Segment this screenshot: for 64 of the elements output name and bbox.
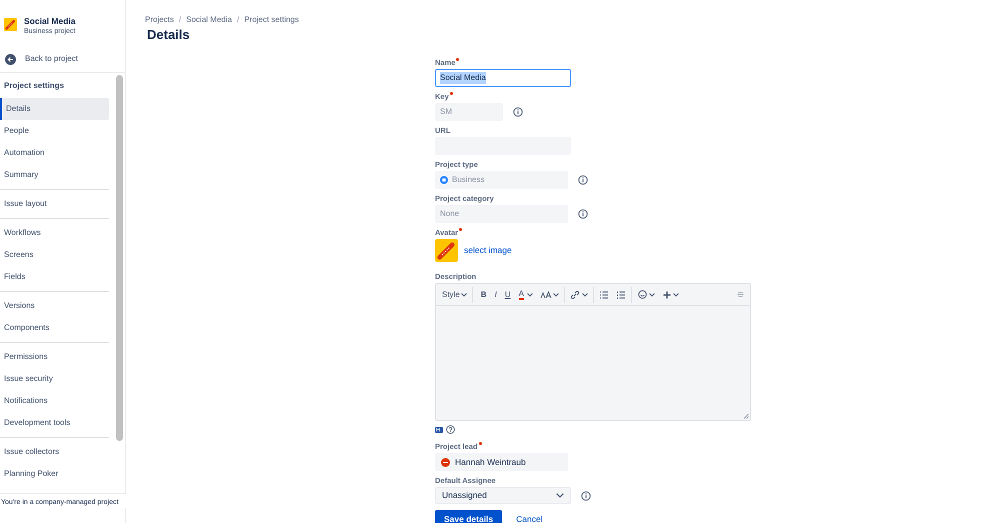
sidebar-item[interactable]: Versions [0, 295, 109, 317]
scrollbar[interactable] [116, 75, 123, 441]
sidebar-item[interactable]: Permissions [0, 346, 109, 368]
sidebar-item[interactable]: Development tools [0, 412, 109, 434]
sidebar-item[interactable]: Workflows [0, 222, 109, 244]
back-arrow-icon [5, 54, 16, 64]
sidebar-item[interactable]: Screens [0, 244, 109, 266]
breadcrumb-link[interactable]: Projects [145, 14, 174, 26]
caret-icon [582, 292, 588, 296]
info-icon[interactable] [581, 490, 591, 500]
cancel-button[interactable]: Cancel [516, 510, 543, 523]
style-dropdown[interactable]: Style [442, 286, 473, 302]
format-button[interactable]: I [494, 288, 497, 300]
sidebar-item[interactable]: Issue collectors [0, 441, 109, 463]
description-editor[interactable]: Style B I U A [435, 283, 751, 421]
sidebar-item[interactable]: Fields [0, 266, 109, 288]
caret-icon [672, 292, 679, 296]
required-mark-icon [459, 228, 462, 231]
select-image-link[interactable]: select image [464, 244, 512, 257]
link-icon[interactable] [570, 290, 580, 300]
caret-icon [460, 292, 467, 296]
help-icon[interactable] [446, 425, 455, 434]
project-name: Social Media [24, 16, 76, 26]
sidebar-item[interactable]: Components [0, 317, 109, 339]
section-title: Project settings [3, 80, 66, 92]
bullet-list-icon[interactable] [600, 290, 608, 298]
breadcrumb-link[interactable]: Project settings [244, 14, 299, 26]
sidebar-item[interactable]: Notifications [0, 390, 109, 412]
breadcrumb-separator: / [236, 14, 240, 26]
business-icon [440, 176, 448, 184]
breadcrumb-separator: / [178, 14, 182, 26]
rocket-avatar-icon [435, 239, 458, 262]
rocket-avatar-icon [4, 18, 17, 31]
caret-icon [552, 292, 559, 296]
sidebar-item[interactable]: People [0, 120, 109, 142]
assignee-select[interactable]: Unassigned [435, 487, 571, 504]
format-button[interactable]: B [480, 288, 487, 300]
sidebar-item[interactable]: Issue security [0, 368, 109, 390]
resize-handle-icon[interactable] [743, 413, 749, 419]
sidebar-item[interactable]: Planning Poker [0, 463, 109, 485]
chevron-down-icon [556, 493, 564, 498]
required-mark-icon [450, 92, 453, 95]
user-avatar-icon [441, 458, 450, 466]
numbered-list-icon[interactable] [616, 290, 625, 298]
save-button[interactable]: Save details [435, 510, 502, 523]
required-mark-icon [478, 442, 482, 445]
format-button[interactable]: A [518, 290, 524, 300]
markdown-icon[interactable] [435, 426, 443, 432]
required-mark-icon [456, 58, 460, 61]
page-title: Details [147, 27, 191, 43]
sidebar-item[interactable]: Summary [0, 164, 109, 186]
text-field[interactable]: Social Media [435, 69, 571, 87]
back-to-project-link[interactable]: Back to project [0, 52, 125, 66]
caret-icon [526, 292, 533, 296]
sidebar-item[interactable]: Automation [0, 142, 109, 164]
user-picker-field[interactable]: Hannah Weintraub [435, 453, 568, 471]
text-size-icon[interactable] [540, 290, 552, 298]
emoji-icon[interactable] [638, 290, 647, 299]
sidebar-item[interactable]: Details [0, 98, 109, 120]
plus-icon[interactable] [662, 290, 671, 298]
caret-icon [648, 292, 655, 296]
sidebar-item[interactable]: Issue layout [0, 193, 109, 215]
breadcrumb-link[interactable]: Social Media [186, 14, 232, 26]
format-button[interactable]: U [504, 288, 511, 300]
